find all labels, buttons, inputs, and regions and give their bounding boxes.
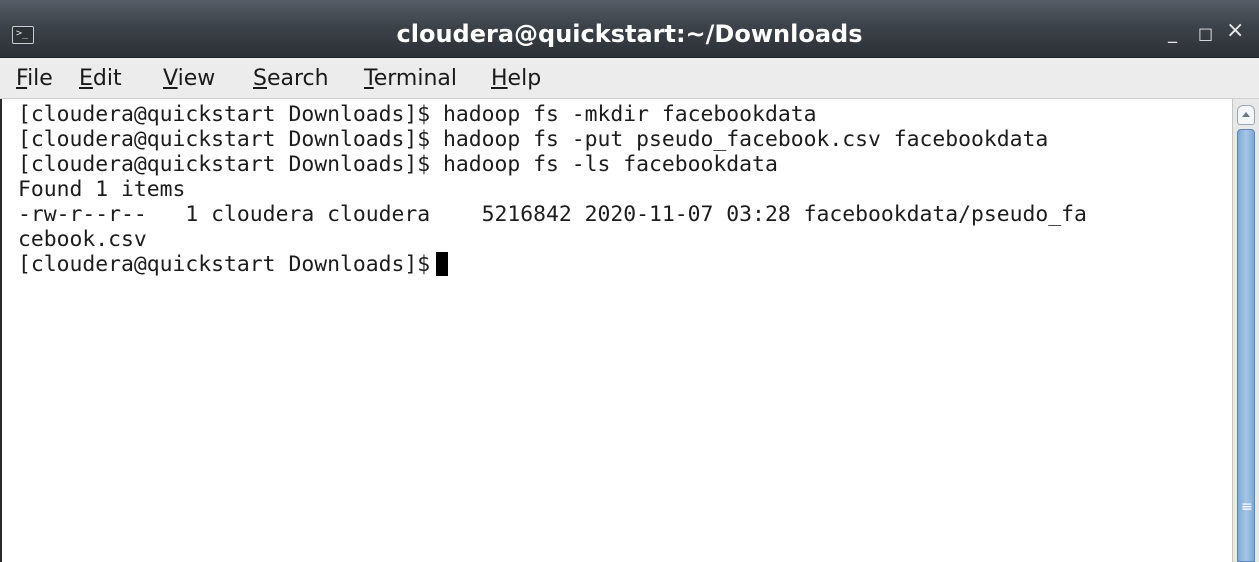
prompt-text: [cloudera@quickstart Downloads]$ xyxy=(18,252,431,277)
terminal-line: [cloudera@quickstart Downloads]$ hadoop … xyxy=(18,102,817,127)
menu-edit[interactable]: Edit xyxy=(79,66,122,92)
text-cursor xyxy=(436,252,449,276)
terminal-prompt-line: [cloudera@quickstart Downloads]$ xyxy=(18,252,449,277)
menu-view[interactable]: View xyxy=(163,66,215,92)
menu-search[interactable]: Search xyxy=(253,66,329,92)
window-title: cloudera@quickstart:~/Downloads xyxy=(396,20,863,48)
vertical-scrollbar[interactable]: ≡ xyxy=(1232,99,1259,562)
terminal-line: cebook.csv xyxy=(18,227,147,252)
grip-icon: ≡ xyxy=(1241,499,1253,515)
terminal-line: -rw-r--r-- 1 cloudera cloudera 5216842 2… xyxy=(18,202,1087,227)
terminal-output[interactable]: [cloudera@quickstart Downloads]$ hadoop … xyxy=(0,99,1232,562)
minimize-button[interactable]: _ xyxy=(1168,24,1177,44)
close-button[interactable]: × xyxy=(1226,20,1244,42)
terminal-line: [cloudera@quickstart Downloads]$ hadoop … xyxy=(18,127,1049,152)
scrollbar-thumb[interactable]: ≡ xyxy=(1237,129,1255,562)
title-bar[interactable]: >_ cloudera@quickstart:~/Downloads _ □ × xyxy=(0,0,1259,58)
terminal-line: Found 1 items xyxy=(18,177,186,202)
menu-file[interactable]: File xyxy=(16,66,53,92)
menu-bar: File Edit View Search Terminal Help xyxy=(0,58,1259,99)
menu-terminal[interactable]: Terminal xyxy=(364,66,457,92)
menu-help[interactable]: Help xyxy=(491,66,541,92)
terminal-window: >_ cloudera@quickstart:~/Downloads _ □ ×… xyxy=(0,0,1259,562)
maximize-button[interactable]: □ xyxy=(1198,24,1213,44)
terminal-line: [cloudera@quickstart Downloads]$ hadoop … xyxy=(18,152,778,177)
scroll-up-arrow-icon[interactable] xyxy=(1237,105,1255,125)
